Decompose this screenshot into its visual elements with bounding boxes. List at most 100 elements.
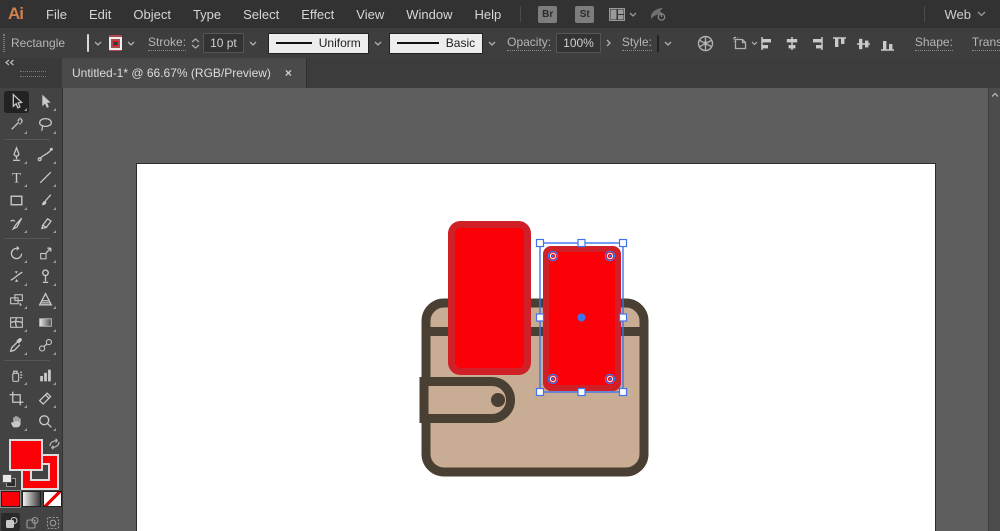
app-logo: Ai [0,4,35,24]
chevron-down-icon[interactable] [661,39,675,48]
variable-width-profile-dropdown[interactable]: Uniform [268,33,369,54]
fill-proxy-swatch[interactable] [9,439,43,471]
horizontal-align-center-icon[interactable] [784,36,799,51]
bridge-button[interactable]: Br [538,6,557,23]
gradient-button[interactable] [22,491,41,507]
chevron-down-icon[interactable] [371,39,385,48]
artboard[interactable] [136,163,936,531]
graphic-style-swatch[interactable] [657,35,659,52]
menu-item-type[interactable]: Type [182,0,232,28]
recolor-artwork-icon[interactable] [697,35,714,52]
draw-inside-button[interactable] [43,513,62,531]
gradient-tool[interactable] [33,312,58,334]
stroke-color-swatch[interactable] [109,35,122,51]
shape-builder-tool[interactable] [4,289,29,311]
swap-fill-stroke-icon[interactable] [48,438,61,450]
stroke-weight-field[interactable]: 10 pt [203,33,244,53]
chevron-down-icon[interactable] [124,39,138,48]
chevron-down-icon[interactable] [246,39,260,48]
line-segment-tool[interactable] [33,167,58,189]
slice-tool[interactable] [33,388,58,410]
stroke-panel-link[interactable]: Stroke: [148,35,186,51]
canvas[interactable] [63,88,1000,531]
panel-grip[interactable] [20,71,46,77]
column-graph-tool[interactable] [33,365,58,387]
rectangle-tool[interactable] [4,190,29,212]
document-tab-bar: Untitled-1* @ 66.67% (RGB/Preview) × [0,58,1000,89]
draw-behind-button[interactable] [22,513,41,531]
vertical-align-bottom-icon[interactable] [880,36,895,51]
shaper-tool[interactable] [4,213,29,235]
transform-panel-link[interactable]: Transform [972,35,1000,51]
eyedropper-tool[interactable] [4,335,29,357]
paintbrush-tool[interactable] [33,190,58,212]
draw-normal-button[interactable] [1,513,20,531]
vertical-align-top-icon[interactable] [832,36,847,51]
document-setup-icon[interactable] [732,35,758,51]
menu-item-select[interactable]: Select [232,0,290,28]
scroll-up-icon[interactable] [991,88,999,531]
arrange-documents-icon[interactable] [609,8,637,21]
pen-tool[interactable] [4,144,29,166]
none-button[interactable] [43,491,62,507]
menu-item-effect[interactable]: Effect [290,0,345,28]
hand-tool[interactable] [4,411,29,433]
tool-row [4,265,58,288]
tool-row [4,90,58,113]
collapse-panel-icon[interactable] [4,59,15,66]
panel-grip[interactable] [3,34,5,52]
menu-item-view[interactable]: View [345,0,395,28]
width-tool[interactable] [4,266,29,288]
brush-value: Basic [446,36,475,50]
menu-item-edit[interactable]: Edit [78,0,122,28]
puppet-warp-tool[interactable] [33,266,58,288]
blend-tool[interactable] [33,335,58,357]
fill-color-swatch[interactable] [87,34,89,52]
menu-item-object[interactable]: Object [122,0,182,28]
type-tool[interactable]: T [4,167,29,189]
chevron-right-icon[interactable] [603,39,614,47]
tool-row [4,242,58,265]
chevron-down-icon[interactable] [485,39,499,48]
magic-wand-tool[interactable] [4,114,29,136]
stock-button[interactable]: St [575,6,594,23]
menu-item-help[interactable]: Help [463,0,512,28]
horizontal-align-right-icon[interactable] [808,36,823,51]
share-icon[interactable] [649,6,667,22]
chevron-down-icon[interactable] [91,39,105,48]
zoom-tool[interactable] [33,411,58,433]
mesh-tool[interactable] [4,312,29,334]
stroke-weight-stepper[interactable] [191,38,200,49]
scale-tool[interactable] [33,243,58,265]
curvature-tool[interactable] [33,144,58,166]
symbol-sprayer-tool[interactable] [4,365,29,387]
opacity-panel-link[interactable]: Opacity: [507,35,551,51]
lasso-tool[interactable] [33,114,58,136]
brush-definition-dropdown[interactable]: Basic [389,33,483,54]
control-options-bar: Rectangle Stroke: 10 pt Uniform Basic Op… [0,28,1000,59]
tool-row [4,387,58,410]
workspace-switcher[interactable]: Web [933,7,1000,22]
document-tab[interactable]: Untitled-1* @ 66.67% (RGB/Preview) × [62,58,307,88]
horizontal-align-left-icon[interactable] [760,36,775,51]
toolbar-panel-header [0,58,62,88]
default-fill-stroke-icon[interactable] [2,474,16,487]
close-icon[interactable]: × [281,65,296,81]
selection-tool[interactable] [4,91,29,113]
eraser-tool[interactable] [33,213,58,235]
menu-bar: Ai FileEditObjectTypeSelectEffectViewWin… [0,0,1000,29]
color-button[interactable] [1,491,20,507]
vertical-align-center-icon[interactable] [856,36,871,51]
direct-selection-tool[interactable] [33,91,58,113]
vertical-scrollbar[interactable] [988,88,1000,531]
rotate-tool[interactable] [4,243,29,265]
shape-panel-link[interactable]: Shape: [915,35,953,51]
style-panel-link[interactable]: Style: [622,35,652,51]
opacity-field[interactable]: 100% [556,33,601,53]
divider [924,6,925,22]
perspective-grid-tool[interactable] [33,289,58,311]
menu-item-window[interactable]: Window [395,0,463,28]
svg-text:T: T [12,170,21,186]
artboard-tool[interactable] [4,388,29,410]
menu-item-file[interactable]: File [35,0,78,28]
